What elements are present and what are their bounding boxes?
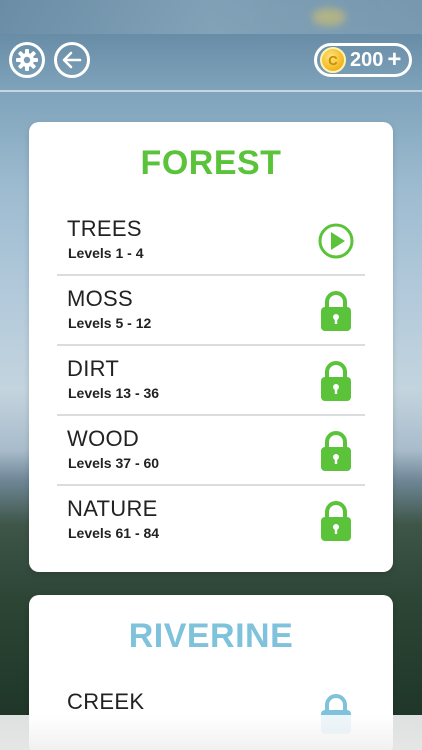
coin-symbol: C [328,52,338,68]
lock-icon [321,501,351,541]
level-row-wood[interactable]: WOOD Levels 37 - 60 [57,416,365,486]
row-levels: Levels 5 - 12 [68,315,152,331]
coin-count: 200 [350,48,384,71]
header-divider [0,90,422,92]
pack-title: FOREST [140,144,282,182]
back-button[interactable] [54,42,90,78]
status-bar [0,0,422,34]
gear-icon [16,49,38,71]
row-levels: Levels 13 - 36 [68,385,160,401]
row-name: TREES [67,216,142,241]
row-name: CREEK [67,689,145,714]
level-row-nature[interactable]: NATURE Levels 61 - 84 [57,486,365,556]
row-levels: Levels 1 - 4 [68,245,144,261]
lock-icon [321,361,351,401]
settings-button[interactable] [9,42,45,78]
lock-icon [321,291,351,331]
row-levels: Levels 61 - 84 [68,525,160,541]
back-arrow-icon [62,51,82,69]
level-row-dirt[interactable]: DIRT Levels 13 - 36 [57,346,365,416]
bottom-nav-blur [0,715,422,750]
coin-balance[interactable]: C 200 + [314,43,412,77]
row-name: DIRT [67,356,120,381]
level-row-moss[interactable]: MOSS Levels 5 - 12 [57,276,365,346]
lock-icon [321,431,351,471]
row-name: MOSS [67,286,133,311]
row-levels: Levels 37 - 60 [68,455,160,471]
pack-card-forest: FOREST TREES Levels 1 - 4 MOSS Levels 5 … [29,122,393,572]
add-coins-icon[interactable]: + [387,48,401,72]
sun-glare [312,8,346,26]
play-icon[interactable] [317,220,355,262]
pack-title: RIVERINE [128,617,294,655]
level-row-trees[interactable]: TREES Levels 1 - 4 [57,206,365,276]
row-name: WOOD [67,426,140,451]
coin-icon: C [320,47,346,73]
top-bar: C 200 + [0,40,422,84]
row-name: NATURE [67,496,158,521]
